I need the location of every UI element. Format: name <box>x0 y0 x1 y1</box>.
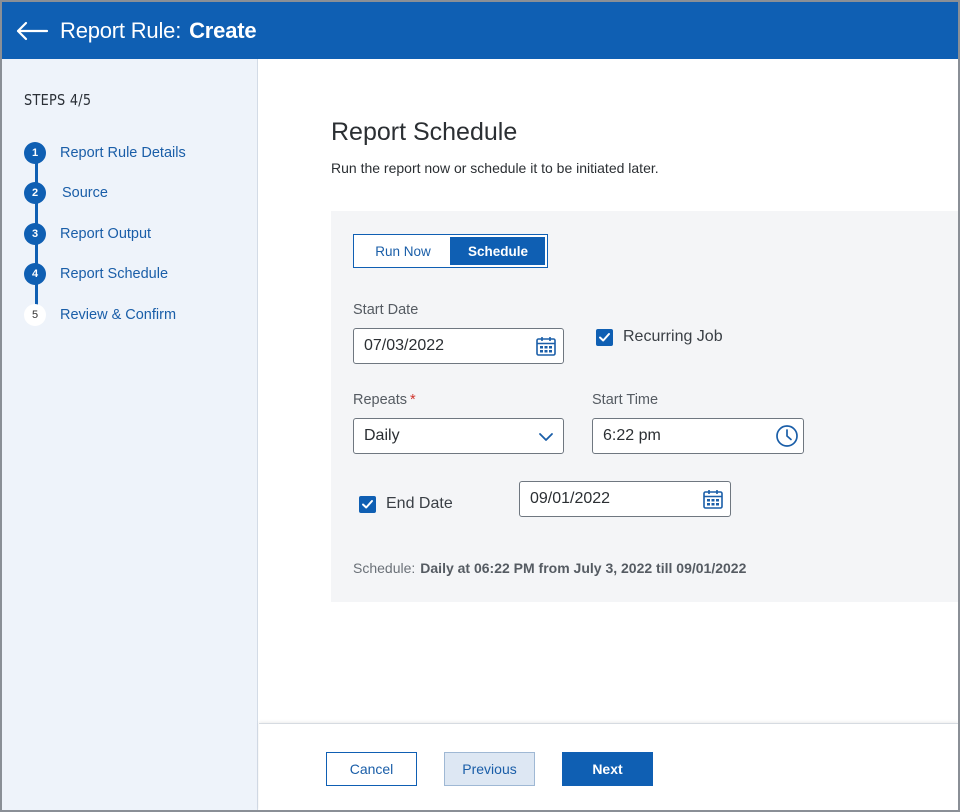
schedule-panel: Run Now Schedule Start Date 07/03/2022 R… <box>331 211 958 602</box>
header-title-prefix: Report Rule: <box>60 17 182 43</box>
start-time-field[interactable] <box>592 418 804 454</box>
step-number-badge: 5 <box>24 304 46 326</box>
start-time-input[interactable] <box>603 427 803 445</box>
end-date-input[interactable] <box>530 490 730 508</box>
schedule-toggle-button[interactable]: Schedule <box>450 237 545 265</box>
clock-icon[interactable] <box>775 424 799 448</box>
cancel-button[interactable]: Cancel <box>326 752 417 786</box>
step-number-badge: 4 <box>24 263 46 285</box>
step-source[interactable]: 2 Source <box>24 181 108 205</box>
start-date-field[interactable] <box>353 328 564 364</box>
schedule-summary-value: Daily at 06:22 PM from July 3, 2022 till… <box>420 560 747 576</box>
page-title: Report Schedule <box>331 118 518 146</box>
run-mode-toggle: Run Now Schedule <box>353 234 548 268</box>
repeats-select[interactable]: Daily <box>353 418 564 454</box>
step-label: Source <box>62 185 108 201</box>
end-date-field[interactable] <box>519 481 731 517</box>
repeats-label: Repeats * <box>353 392 416 408</box>
chevron-down-icon <box>535 426 557 448</box>
required-marker: * <box>410 392 416 408</box>
step-report-output[interactable]: 3 Report Output <box>24 222 151 246</box>
end-date-checkbox[interactable]: End Date <box>359 495 453 513</box>
header-title-action: Create <box>189 17 257 43</box>
step-report-rule-details[interactable]: 1 Report Rule Details <box>24 141 186 165</box>
schedule-summary: Schedule: Daily at 06:22 PM from July 3, … <box>353 560 746 576</box>
page-subtitle: Run the report now or schedule it to be … <box>331 160 659 176</box>
calendar-icon[interactable] <box>535 335 557 357</box>
recurring-job-checkbox[interactable]: Recurring Job <box>596 328 723 346</box>
step-label: Report Schedule <box>60 266 169 282</box>
wizard-footer: Cancel Previous Next <box>259 723 958 810</box>
main-content: Report Schedule Run the report now or sc… <box>259 59 958 723</box>
run-now-toggle-button[interactable]: Run Now <box>356 237 450 265</box>
back-button[interactable] <box>14 16 50 46</box>
step-review-confirm[interactable]: 5 Review & Confirm <box>24 303 176 327</box>
step-label: Report Rule Details <box>60 145 186 161</box>
start-time-label: Start Time <box>592 392 659 408</box>
start-date-label: Start Date <box>353 302 419 318</box>
app-window: Report Rule: Create STEPS 4/5 1 Report Ru… <box>0 0 960 812</box>
end-date-label: End Date <box>386 495 453 512</box>
step-report-schedule[interactable]: 4 Report Schedule <box>24 262 168 286</box>
step-label: Report Output <box>60 226 152 242</box>
schedule-summary-label: Schedule: <box>353 560 416 576</box>
repeats-selected-value: Daily <box>364 427 400 444</box>
step-number-badge: 3 <box>24 223 46 245</box>
step-number-badge: 2 <box>24 182 46 204</box>
steps-sidebar: STEPS 4/5 1 Report Rule Details 2 Source… <box>2 59 258 810</box>
header-bar: Report Rule: Create <box>2 2 958 59</box>
checkbox-checked-icon <box>596 328 613 346</box>
arrow-left-icon <box>16 21 49 40</box>
next-button[interactable]: Next <box>562 752 653 786</box>
start-date-input[interactable] <box>364 337 563 355</box>
recurring-job-label: Recurring Job <box>623 328 723 345</box>
previous-button[interactable]: Previous <box>444 752 535 786</box>
step-label: Review & Confirm <box>60 307 177 323</box>
calendar-icon[interactable] <box>702 488 724 510</box>
repeats-label-text: Repeats <box>353 392 408 408</box>
page-header-title: Report Rule: Create <box>60 17 257 44</box>
step-number-badge: 1 <box>24 142 46 164</box>
steps-progress-title: STEPS 4/5 <box>24 91 92 109</box>
checkbox-checked-icon <box>359 495 376 513</box>
